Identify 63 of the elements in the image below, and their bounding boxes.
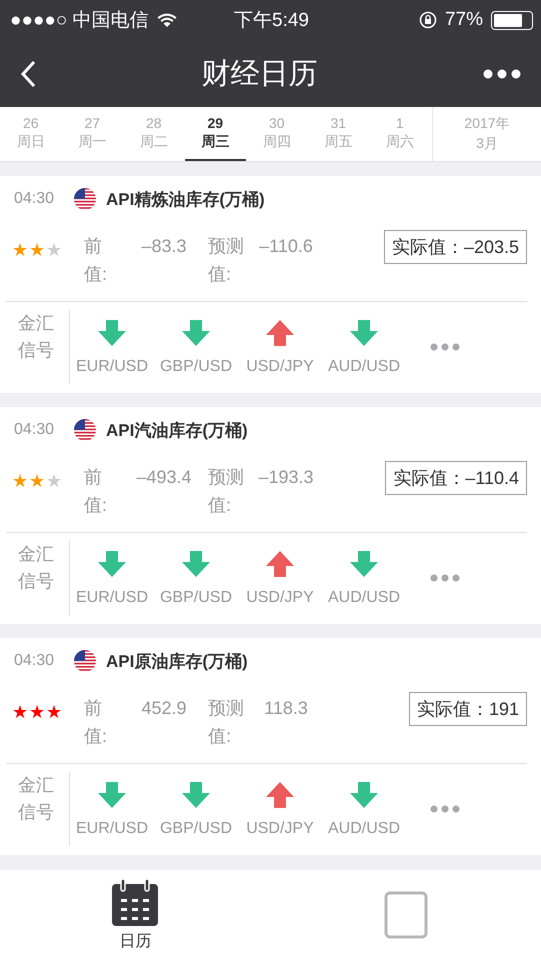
flag-icon: [74, 419, 96, 441]
date-tab[interactable]: 28 周二: [123, 107, 184, 161]
star-rating: ★★★: [12, 239, 64, 261]
currency-pair: GBP/USD: [160, 589, 232, 607]
event-title: API汽油库存(万桶): [106, 420, 248, 442]
more-icon: [483, 68, 521, 78]
event-time: 04:30: [14, 190, 56, 208]
currency-pair: EUR/USD: [76, 589, 148, 607]
currency-pair: AUD/USD: [328, 358, 400, 376]
star-rating: ★★★: [12, 470, 64, 492]
more-icon: [430, 574, 460, 582]
event-title: API原油库存(万桶): [106, 650, 248, 672]
currency-pair: USD/JPY: [246, 820, 314, 838]
value-label: 前值:: [84, 466, 108, 517]
date-tab[interactable]: 26 周日: [0, 107, 62, 161]
forecast-value: 118.3: [263, 697, 309, 720]
forecast-value: –193.3: [257, 466, 315, 489]
wifi-icon: [156, 12, 177, 28]
more-icon: [430, 343, 460, 351]
carrier-label: ●●●●○ 中国电信: [10, 9, 149, 33]
battery-percent: 77%: [444, 9, 483, 31]
flag-icon: [74, 188, 96, 210]
calendar-icon: [111, 878, 160, 926]
clock: 下午5:49: [234, 9, 309, 33]
actual-value: 实际值：191: [408, 692, 527, 726]
month-picker[interactable]: 2017年 3月: [432, 107, 541, 161]
currency-pair: GBP/USD: [160, 358, 232, 376]
date-tab[interactable]: 27 周一: [62, 107, 123, 161]
flag-icon: [74, 650, 96, 672]
currency-pair: EUR/USD: [76, 820, 148, 838]
value-label: 前值:: [84, 235, 108, 286]
page-title: 财经日历: [202, 56, 318, 92]
actual-value: 实际值：–110.4: [385, 461, 527, 495]
previous-value: 452.9: [140, 697, 188, 720]
actual-value: 实际值：–203.5: [384, 230, 527, 264]
value-label: 预测值:: [208, 697, 244, 748]
currency-pair: USD/JPY: [246, 358, 314, 376]
date-tab[interactable]: 31 周五: [308, 107, 369, 161]
date-tab[interactable]: 1 周六: [369, 107, 430, 161]
rotation-lock-icon: [418, 11, 437, 29]
battery-icon: [490, 10, 533, 30]
signal-label: 金汇信号: [6, 772, 70, 846]
date-tab[interactable]: 29 周三: [184, 107, 246, 161]
event-title: API精炼油库存(万桶): [106, 188, 265, 210]
currency-pair: GBP/USD: [160, 820, 232, 838]
value-label: 前值:: [84, 697, 108, 748]
signal-label: 金汇信号: [6, 541, 70, 615]
more-icon: [430, 805, 460, 813]
value-label: 预测值:: [208, 235, 244, 286]
event-time: 04:30: [14, 421, 56, 439]
back-icon: [20, 60, 36, 88]
star-rating: ★★★: [12, 701, 64, 723]
currency-pair: USD/JPY: [246, 589, 314, 607]
currency-pair: AUD/USD: [328, 820, 400, 838]
signal-label: 金汇信号: [6, 310, 70, 384]
currency-pair: AUD/USD: [328, 589, 400, 607]
previous-value: –493.4: [135, 466, 193, 489]
forecast-value: –110.6: [258, 235, 314, 258]
currency-pair: EUR/USD: [76, 358, 148, 376]
previous-value: –83.3: [140, 235, 188, 258]
date-tab[interactable]: 30 周四: [246, 107, 308, 161]
event-time: 04:30: [14, 652, 56, 670]
value-label: 预测值:: [208, 466, 244, 517]
